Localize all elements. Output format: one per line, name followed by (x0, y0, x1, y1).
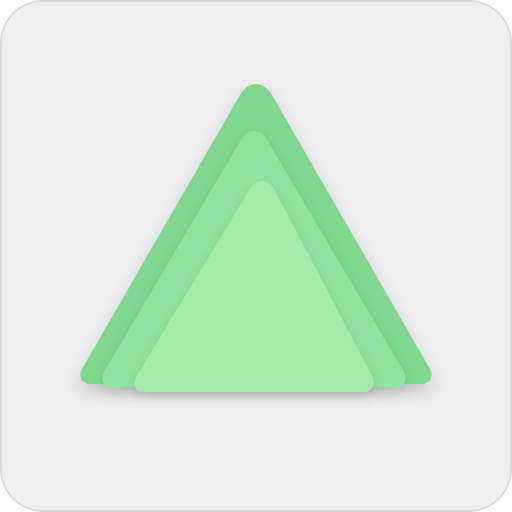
app-icon[interactable] (0, 0, 512, 512)
layered-triangle-icon (0, 0, 512, 512)
